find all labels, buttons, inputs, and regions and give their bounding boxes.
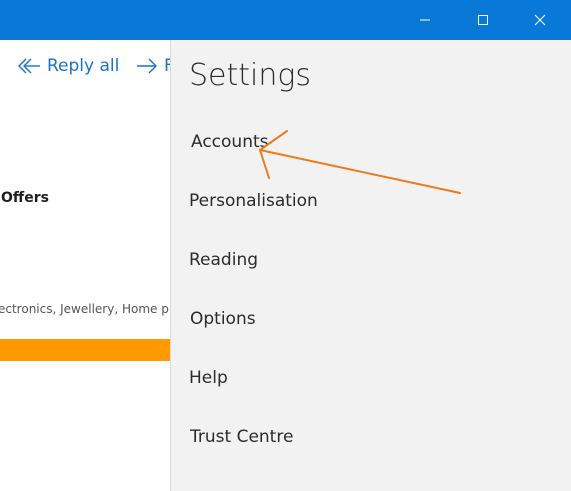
mail-toolbar: Reply all F	[0, 50, 170, 82]
email-categories-text: ectronics, Jewellery, Home pr	[0, 302, 170, 316]
forward-button[interactable]: F	[136, 50, 170, 82]
mail-app-window: Reply all F Offers ectronics, Jewellery,…	[0, 0, 571, 491]
close-button[interactable]	[515, 0, 565, 40]
forward-icon	[137, 58, 157, 74]
mail-reading-pane: Reply all F Offers ectronics, Jewellery,…	[0, 40, 170, 491]
settings-item-personalisation[interactable]: Personalisation	[189, 191, 318, 211]
maximize-button[interactable]	[458, 0, 508, 40]
email-offers-heading: Offers	[1, 190, 49, 206]
reply-all-icon	[18, 58, 40, 74]
settings-item-reading[interactable]: Reading	[189, 250, 258, 270]
title-bar	[0, 0, 571, 40]
settings-item-options[interactable]: Options	[190, 309, 256, 329]
settings-panel: Settings Accounts Personalisation Readin…	[170, 40, 571, 491]
settings-item-trust-centre[interactable]: Trust Centre	[190, 427, 293, 447]
minimize-button[interactable]	[400, 0, 450, 40]
close-icon	[534, 14, 546, 26]
maximize-icon	[478, 15, 488, 25]
settings-item-accounts[interactable]: Accounts	[191, 132, 269, 152]
settings-title: Settings	[189, 58, 312, 93]
email-orange-banner	[0, 339, 170, 361]
settings-item-help[interactable]: Help	[189, 368, 228, 388]
reply-all-button[interactable]: Reply all	[17, 50, 119, 82]
minimize-icon	[420, 19, 430, 21]
reply-all-label: Reply all	[47, 56, 120, 76]
